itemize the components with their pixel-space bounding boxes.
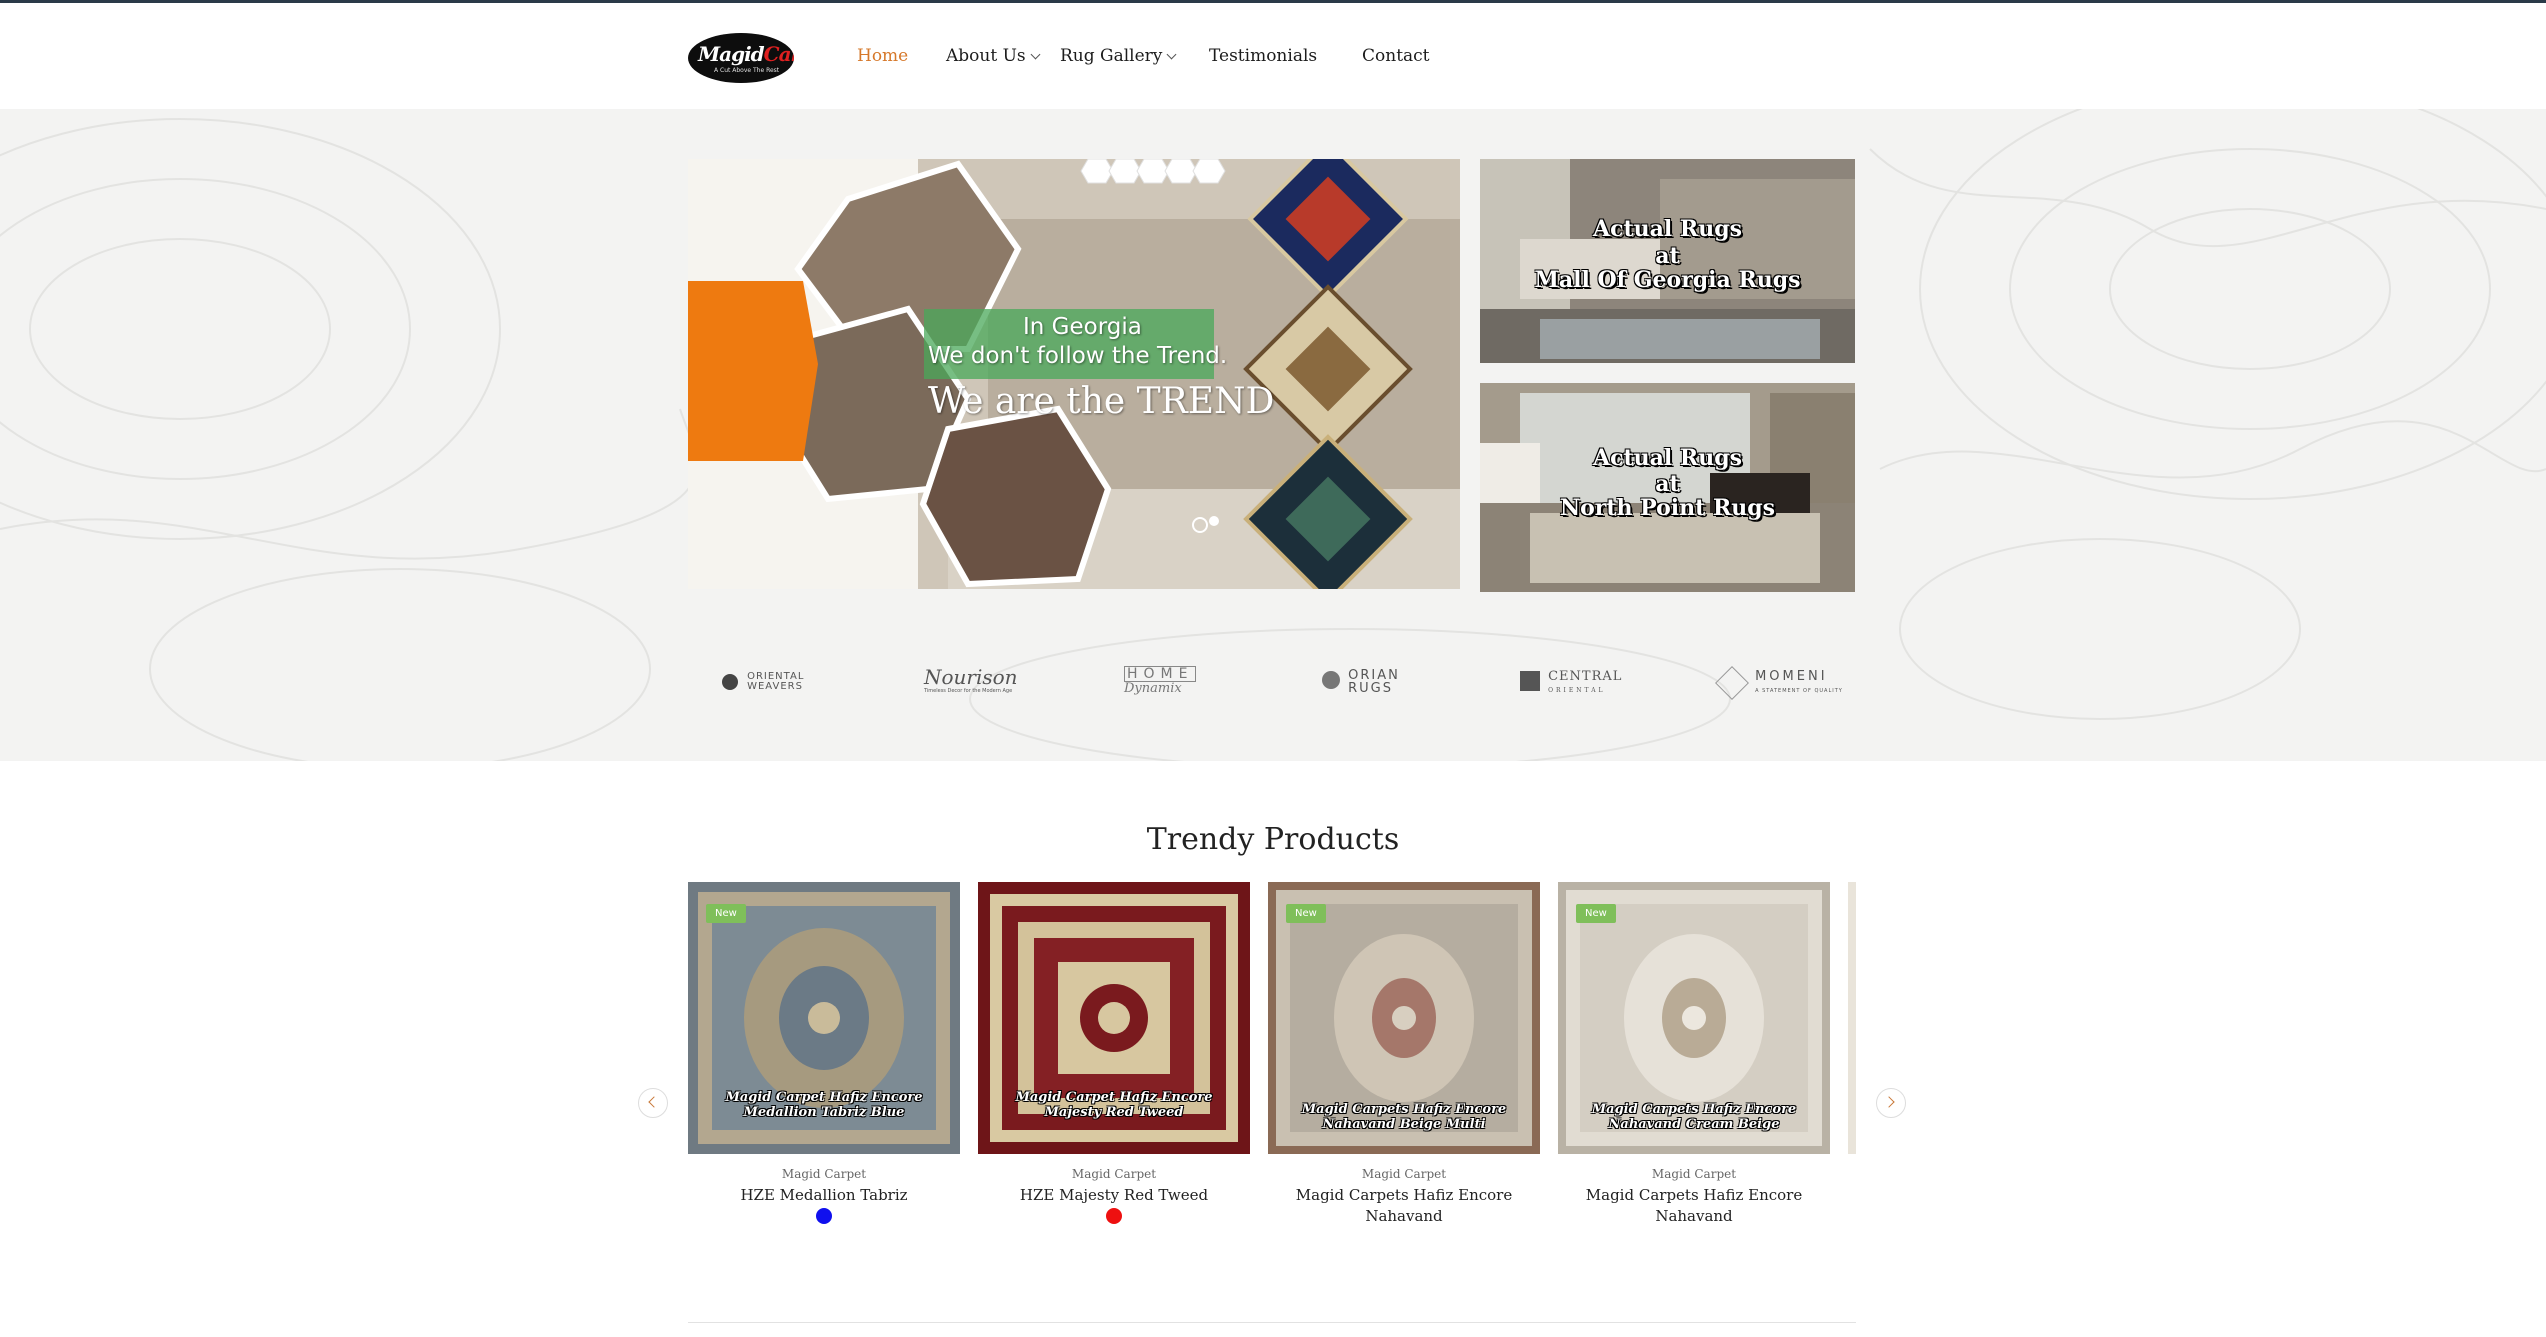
banner-line-1: In Georgia [1023,314,1142,340]
banner-line-2: We don't follow the Trend. [928,343,1228,369]
trendy-products-title: Trendy Products [1146,822,1400,857]
card-1-line-1: Actual Rugs [1593,216,1742,242]
card-north-point[interactable]: Actual Rugs at North Point Rugs [1480,383,1855,592]
overlay-line-2: Nahavand Beige Multi [1322,1117,1486,1132]
card-mall-of-georgia[interactable]: Actual Rugs at Mall Of Georgia Rugs [1480,159,1855,363]
product-image[interactable]: New Magid Carpets Hafiz Encore Nahavand … [1268,882,1540,1154]
nav-testimonials[interactable]: Testimonials [1209,46,1317,66]
chevron-down-icon [1030,49,1041,60]
product-name[interactable]: Magid Carpets Hafiz Encore Nahavand [1558,1185,1830,1227]
chevron-left-icon [648,1096,660,1108]
banner-artwork [688,159,1460,589]
section-divider [688,1322,1856,1323]
nourison-logo[interactable]: Nourison Timeless Decor for the Modern A… [924,666,1018,698]
card-2-line-2: at [1655,471,1680,497]
nav-rug-gallery[interactable]: Rug Gallery [1060,46,1177,66]
nav-contact[interactable]: Contact [1362,46,1430,66]
orian-rugs-logo[interactable]: ORIAN RUGS [1322,666,1400,698]
new-badge: New [1286,904,1326,923]
overlay-line-2: Majesty Red Tweed [1044,1105,1184,1120]
overlay-line-1: Magid Carpet Hafiz Encore [725,1090,923,1105]
product-brand: Magid Carpet [1361,1167,1447,1181]
overlay-line-1: Magid Carpets Hafiz Encore [1591,1102,1797,1117]
card-1-line-3: Mall Of Georgia Rugs [1534,267,1801,293]
overlay-line-1: Magid Carpets Hafiz Encore [1301,1102,1507,1117]
logo-text: MagidCarpets [698,42,794,66]
nav-home[interactable]: Home [857,46,908,66]
product-image[interactable]: New Magid Carpets Hafiz Encore Nahavand … [1558,882,1830,1154]
color-swatch[interactable] [816,1208,832,1224]
nav-about-us[interactable]: About Us [946,46,1041,66]
hero-section: In Georgia We don't follow the Trend. We… [0,109,2546,761]
product-brand: Magid Carpet [1651,1167,1737,1181]
home-dynamix-logo[interactable]: HOME Dynamix [1124,666,1197,698]
momeni-logo[interactable]: MOMENI A STATEMENT OF QUALITY [1715,666,1843,700]
site-header: MagidCarpets A Cut Above The Rest Home A… [0,3,2546,109]
new-badge: New [706,904,746,923]
chevron-right-icon [1883,1096,1895,1108]
product-card-partial[interactable] [1848,882,1856,1154]
product-name[interactable]: Magid Carpets Hafiz Encore Nahavand [1268,1185,1540,1227]
card-1-line-2: at [1655,243,1680,269]
product-brand: Magid Carpet [1071,1167,1157,1181]
logo-tagline: A Cut Above The Rest [714,67,780,74]
overlay-line-2: Nahavand Cream Beige [1608,1117,1780,1132]
product-name[interactable]: HZE Majesty Red Tweed [978,1185,1250,1206]
overlay-line-2: Medallion Tabriz Blue [743,1105,905,1120]
overlay-line-1: Magid Carpet Hafiz Encore [1015,1090,1213,1105]
banner-line-3: We are the TREND [928,381,1275,422]
product-name[interactable]: HZE Medallion Tabriz [688,1185,960,1206]
central-oriental-logo[interactable]: CENTRAL ORIENTAL [1520,666,1622,698]
card-2-line-1: Actual Rugs [1593,445,1742,471]
carousel-next-button[interactable] [1876,1088,1906,1118]
magid-carpets-logo[interactable]: MagidCarpets A Cut Above The Rest [688,33,794,83]
new-badge: New [1576,904,1616,923]
carousel-prev-button[interactable] [638,1088,668,1118]
oriental-weavers-logo[interactable]: ORIENTAL WEAVERS [722,666,804,698]
card-2-line-3: North Point Rugs [1559,495,1776,521]
hero-banner[interactable]: In Georgia We don't follow the Trend. We… [688,159,1460,589]
chevron-down-icon [1166,49,1177,60]
color-swatch[interactable] [1106,1208,1122,1224]
product-image[interactable]: Magid Carpet Hafiz Encore Majesty Red Tw… [978,882,1250,1154]
product-brand: Magid Carpet [781,1167,867,1181]
product-image[interactable]: New Magid Carpet Hafiz Encore Medallion … [688,882,960,1154]
